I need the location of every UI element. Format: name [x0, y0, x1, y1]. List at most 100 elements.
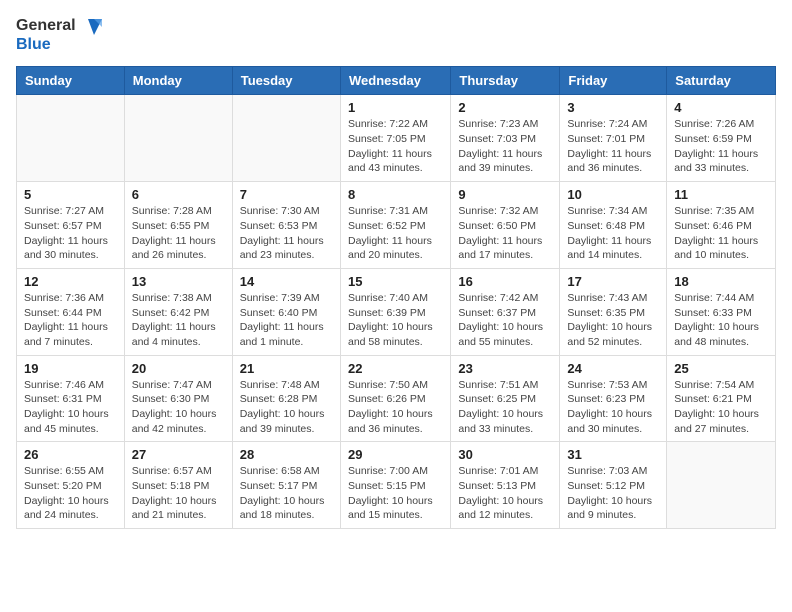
- day-cell-31: 31 Sunrise: 7:03 AM Sunset: 5:12 PM Dayli…: [560, 442, 667, 529]
- day-info: Sunrise: 7:36 AM Sunset: 6:44 PM Dayligh…: [24, 291, 117, 350]
- day-cell-19: 19Sunrise: 7:46 AM Sunset: 6:31 PM Dayli…: [17, 355, 125, 442]
- day-number: 15: [348, 274, 443, 289]
- day-info: Sunrise: 7:48 AM Sunset: 6:28 PM Dayligh…: [240, 378, 333, 437]
- day-cell-9: 9 Sunrise: 7:32 AM Sunset: 6:50 PM Daylig…: [451, 182, 560, 269]
- day-number: 3: [567, 100, 659, 115]
- day-cell-21: 21 Sunrise: 7:48 AM Sunset: 6:28 PM Dayli…: [232, 355, 340, 442]
- column-header-wednesday: Wednesday: [340, 67, 450, 95]
- week-row-5: 26 Sunrise: 6:55 AM Sunset: 5:20 PM Dayli…: [17, 442, 776, 529]
- day-number: 17: [567, 274, 659, 289]
- day-info: Sunrise: 7:23 AM Sunset: 7:03 PM Dayligh…: [458, 117, 552, 176]
- day-info: Sunrise: 7:00 AM Sunset: 5:15 PM Dayligh…: [348, 464, 443, 523]
- day-cell-6: 6 Sunrise: 7:28 AM Sunset: 6:55 PM Daylig…: [124, 182, 232, 269]
- day-info: Sunrise: 6:58 AM Sunset: 5:17 PM Dayligh…: [240, 464, 333, 523]
- day-cell-26: 26 Sunrise: 6:55 AM Sunset: 5:20 PM Dayli…: [17, 442, 125, 529]
- column-header-thursday: Thursday: [451, 67, 560, 95]
- day-cell-25: 25 Sunrise: 7:54 AM Sunset: 6:21 PM Dayli…: [667, 355, 776, 442]
- day-cell-1: 1 Sunrise: 7:22 AM Sunset: 7:05 PM Daylig…: [340, 95, 450, 182]
- day-info: Sunrise: 7:34 AM Sunset: 6:48 PM Dayligh…: [567, 204, 659, 263]
- logo-text: General Blue: [16, 16, 102, 54]
- day-number: 4: [674, 100, 768, 115]
- day-number: 14: [240, 274, 333, 289]
- day-number: 29: [348, 447, 443, 462]
- day-info: Sunrise: 6:55 AM Sunset: 5:20 PM Dayligh…: [24, 464, 117, 523]
- day-cell-30: 30 Sunrise: 7:01 AM Sunset: 5:13 PM Dayli…: [451, 442, 560, 529]
- day-cell-8: 8Sunrise: 7:31 AM Sunset: 6:52 PM Daylig…: [340, 182, 450, 269]
- day-cell-5: 5 Sunrise: 7:27 AM Sunset: 6:57 PM Daylig…: [17, 182, 125, 269]
- day-cell-23: 23Sunrise: 7:51 AM Sunset: 6:25 PM Dayli…: [451, 355, 560, 442]
- day-number: 12: [24, 274, 117, 289]
- day-number: 31: [567, 447, 659, 462]
- logo-blue: Blue: [16, 35, 102, 54]
- day-cell-4: 4 Sunrise: 7:26 AM Sunset: 6:59 PM Daylig…: [667, 95, 776, 182]
- day-cell-10: 10 Sunrise: 7:34 AM Sunset: 6:48 PM Dayli…: [560, 182, 667, 269]
- day-info: Sunrise: 7:30 AM Sunset: 6:53 PM Dayligh…: [240, 204, 333, 263]
- week-row-1: 1 Sunrise: 7:22 AM Sunset: 7:05 PM Daylig…: [17, 95, 776, 182]
- day-number: 8: [348, 187, 443, 202]
- page-header: General Blue: [16, 16, 776, 54]
- day-cell-13: 13 Sunrise: 7:38 AM Sunset: 6:42 PM Dayli…: [124, 268, 232, 355]
- day-number: 21: [240, 361, 333, 376]
- day-info: Sunrise: 7:03 AM Sunset: 5:12 PM Dayligh…: [567, 464, 659, 523]
- day-cell-22: 22 Sunrise: 7:50 AM Sunset: 6:26 PM Dayli…: [340, 355, 450, 442]
- day-number: 2: [458, 100, 552, 115]
- logo: General Blue: [16, 16, 102, 54]
- day-cell-14: 14Sunrise: 7:39 AM Sunset: 6:40 PM Dayli…: [232, 268, 340, 355]
- day-number: 30: [458, 447, 552, 462]
- day-number: 22: [348, 361, 443, 376]
- empty-cell: [232, 95, 340, 182]
- logo-general: General: [16, 16, 102, 35]
- day-number: 5: [24, 187, 117, 202]
- day-number: 13: [132, 274, 225, 289]
- day-info: Sunrise: 7:32 AM Sunset: 6:50 PM Dayligh…: [458, 204, 552, 263]
- day-info: Sunrise: 7:50 AM Sunset: 6:26 PM Dayligh…: [348, 378, 443, 437]
- day-cell-3: 3Sunrise: 7:24 AM Sunset: 7:01 PM Daylig…: [560, 95, 667, 182]
- day-cell-2: 2 Sunrise: 7:23 AM Sunset: 7:03 PM Daylig…: [451, 95, 560, 182]
- day-cell-27: 27Sunrise: 6:57 AM Sunset: 5:18 PM Dayli…: [124, 442, 232, 529]
- empty-cell: [124, 95, 232, 182]
- day-number: 24: [567, 361, 659, 376]
- day-number: 23: [458, 361, 552, 376]
- empty-cell: [17, 95, 125, 182]
- day-info: Sunrise: 6:57 AM Sunset: 5:18 PM Dayligh…: [132, 464, 225, 523]
- day-cell-12: 12 Sunrise: 7:36 AM Sunset: 6:44 PM Dayli…: [17, 268, 125, 355]
- day-number: 7: [240, 187, 333, 202]
- empty-cell: [667, 442, 776, 529]
- day-info: Sunrise: 7:26 AM Sunset: 6:59 PM Dayligh…: [674, 117, 768, 176]
- column-header-monday: Monday: [124, 67, 232, 95]
- day-info: Sunrise: 7:28 AM Sunset: 6:55 PM Dayligh…: [132, 204, 225, 263]
- week-row-2: 5 Sunrise: 7:27 AM Sunset: 6:57 PM Daylig…: [17, 182, 776, 269]
- day-cell-17: 17 Sunrise: 7:43 AM Sunset: 6:35 PM Dayli…: [560, 268, 667, 355]
- day-number: 11: [674, 187, 768, 202]
- day-number: 18: [674, 274, 768, 289]
- day-info: Sunrise: 7:27 AM Sunset: 6:57 PM Dayligh…: [24, 204, 117, 263]
- day-number: 10: [567, 187, 659, 202]
- day-cell-11: 11 Sunrise: 7:35 AM Sunset: 6:46 PM Dayli…: [667, 182, 776, 269]
- day-info: Sunrise: 7:42 AM Sunset: 6:37 PM Dayligh…: [458, 291, 552, 350]
- day-cell-24: 24 Sunrise: 7:53 AM Sunset: 6:23 PM Dayli…: [560, 355, 667, 442]
- day-info: Sunrise: 7:54 AM Sunset: 6:21 PM Dayligh…: [674, 378, 768, 437]
- day-number: 6: [132, 187, 225, 202]
- column-header-saturday: Saturday: [667, 67, 776, 95]
- day-info: Sunrise: 7:43 AM Sunset: 6:35 PM Dayligh…: [567, 291, 659, 350]
- day-info: Sunrise: 7:46 AM Sunset: 6:31 PM Dayligh…: [24, 378, 117, 437]
- day-info: Sunrise: 7:53 AM Sunset: 6:23 PM Dayligh…: [567, 378, 659, 437]
- day-info: Sunrise: 7:01 AM Sunset: 5:13 PM Dayligh…: [458, 464, 552, 523]
- column-header-friday: Friday: [560, 67, 667, 95]
- calendar-table: SundayMondayTuesdayWednesdayThursdayFrid…: [16, 66, 776, 529]
- day-number: 1: [348, 100, 443, 115]
- day-info: Sunrise: 7:38 AM Sunset: 6:42 PM Dayligh…: [132, 291, 225, 350]
- day-number: 28: [240, 447, 333, 462]
- day-cell-18: 18Sunrise: 7:44 AM Sunset: 6:33 PM Dayli…: [667, 268, 776, 355]
- day-number: 26: [24, 447, 117, 462]
- day-info: Sunrise: 7:22 AM Sunset: 7:05 PM Dayligh…: [348, 117, 443, 176]
- day-info: Sunrise: 7:35 AM Sunset: 6:46 PM Dayligh…: [674, 204, 768, 263]
- day-number: 25: [674, 361, 768, 376]
- day-number: 9: [458, 187, 552, 202]
- column-header-sunday: Sunday: [17, 67, 125, 95]
- day-info: Sunrise: 7:47 AM Sunset: 6:30 PM Dayligh…: [132, 378, 225, 437]
- day-cell-28: 28 Sunrise: 6:58 AM Sunset: 5:17 PM Dayli…: [232, 442, 340, 529]
- column-header-tuesday: Tuesday: [232, 67, 340, 95]
- day-number: 20: [132, 361, 225, 376]
- day-cell-20: 20 Sunrise: 7:47 AM Sunset: 6:30 PM Dayli…: [124, 355, 232, 442]
